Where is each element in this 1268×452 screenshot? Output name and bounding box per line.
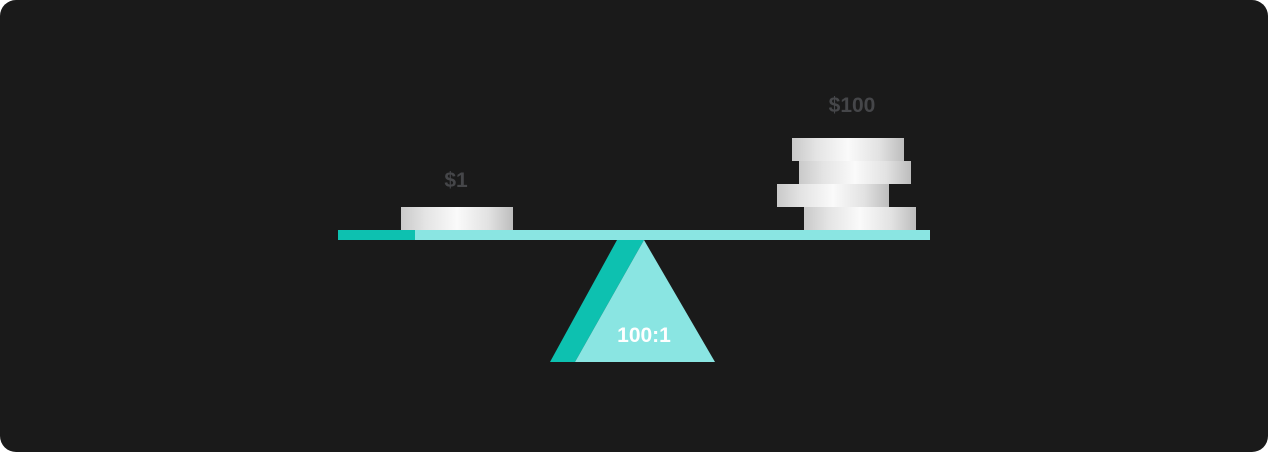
beam-bar (338, 230, 930, 240)
leverage-seesaw-diagram: 100:1 $1 $100 (338, 94, 930, 362)
leverage-card: 100:1 $1 $100 (0, 0, 1268, 452)
right-value-label: $100 (829, 94, 876, 117)
left-coin-stack: $1 (401, 169, 513, 230)
coin (792, 138, 904, 161)
left-value-label: $1 (444, 169, 468, 192)
beam-accent (338, 230, 415, 240)
coin (401, 207, 513, 230)
coin (804, 207, 916, 230)
coin (799, 161, 911, 184)
coin (777, 184, 889, 207)
seesaw-beam (338, 230, 930, 240)
right-coin-stack: $100 (777, 94, 916, 230)
ratio-label: 100:1 (617, 324, 671, 347)
fulcrum: 100:1 (550, 240, 715, 362)
